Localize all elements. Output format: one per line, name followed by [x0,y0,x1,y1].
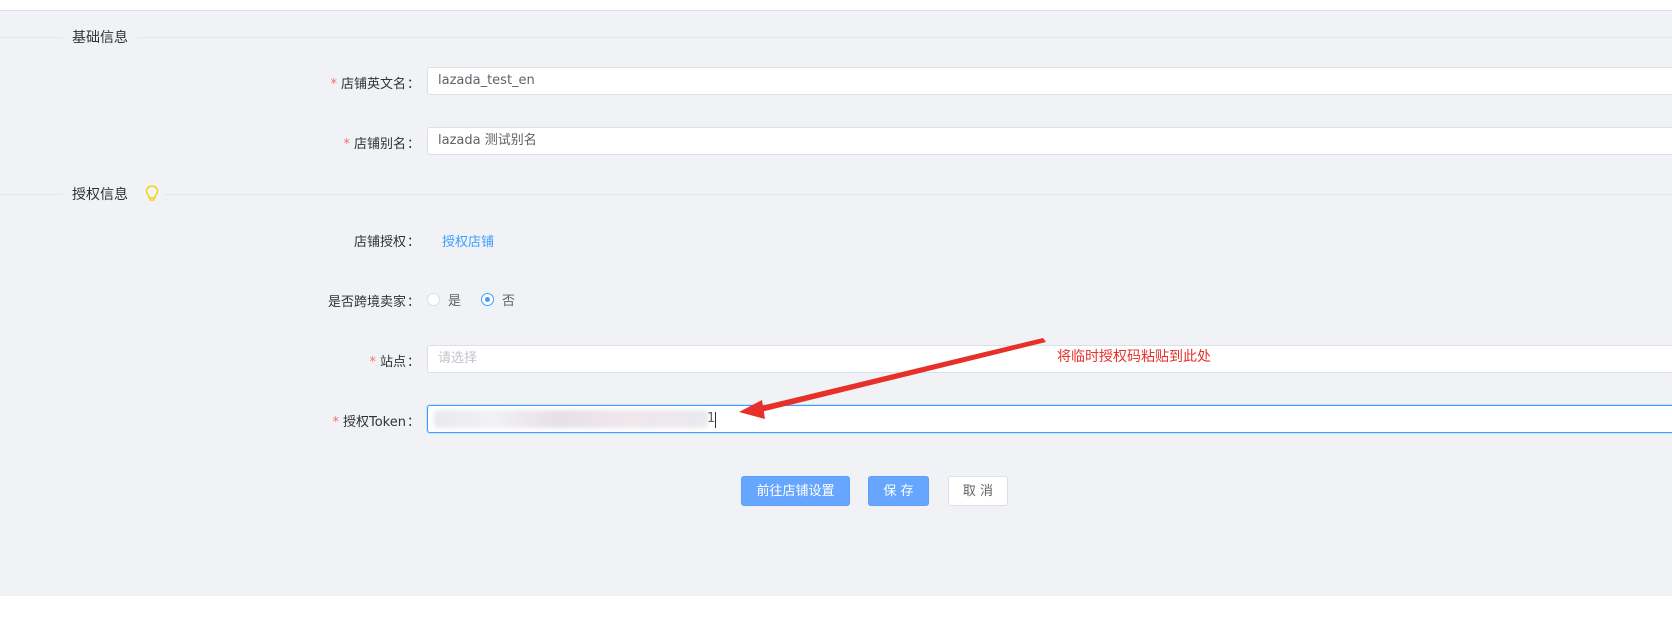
bottom-footer-area [0,596,1672,633]
annotation-arrow-icon [739,338,1046,419]
